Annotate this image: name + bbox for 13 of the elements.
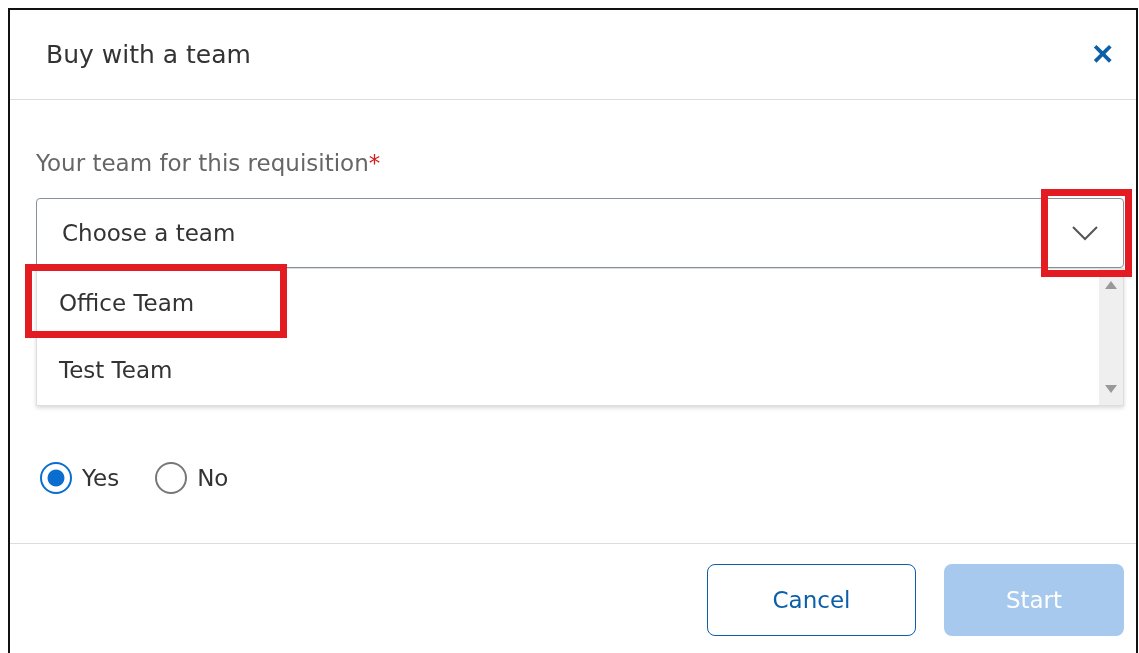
dropdown-placeholder: Choose a team (62, 220, 236, 246)
scroll-down-icon[interactable] (1105, 385, 1117, 393)
close-button[interactable]: ✕ (1085, 34, 1120, 75)
scroll-up-icon[interactable] (1105, 281, 1117, 289)
dialog-title: Buy with a team (46, 40, 251, 69)
chevron-icon (1071, 225, 1099, 241)
dropdown-option[interactable]: Test Team (37, 336, 1099, 403)
dropdown-option[interactable]: Office Team (37, 269, 1099, 336)
radio-option[interactable]: No (155, 462, 229, 494)
cancel-button[interactable]: Cancel (707, 563, 916, 636)
field-label: Your team for this requisition* (36, 150, 382, 176)
radio-option[interactable]: Yes (40, 462, 120, 494)
scrollbar[interactable] (1099, 269, 1123, 405)
